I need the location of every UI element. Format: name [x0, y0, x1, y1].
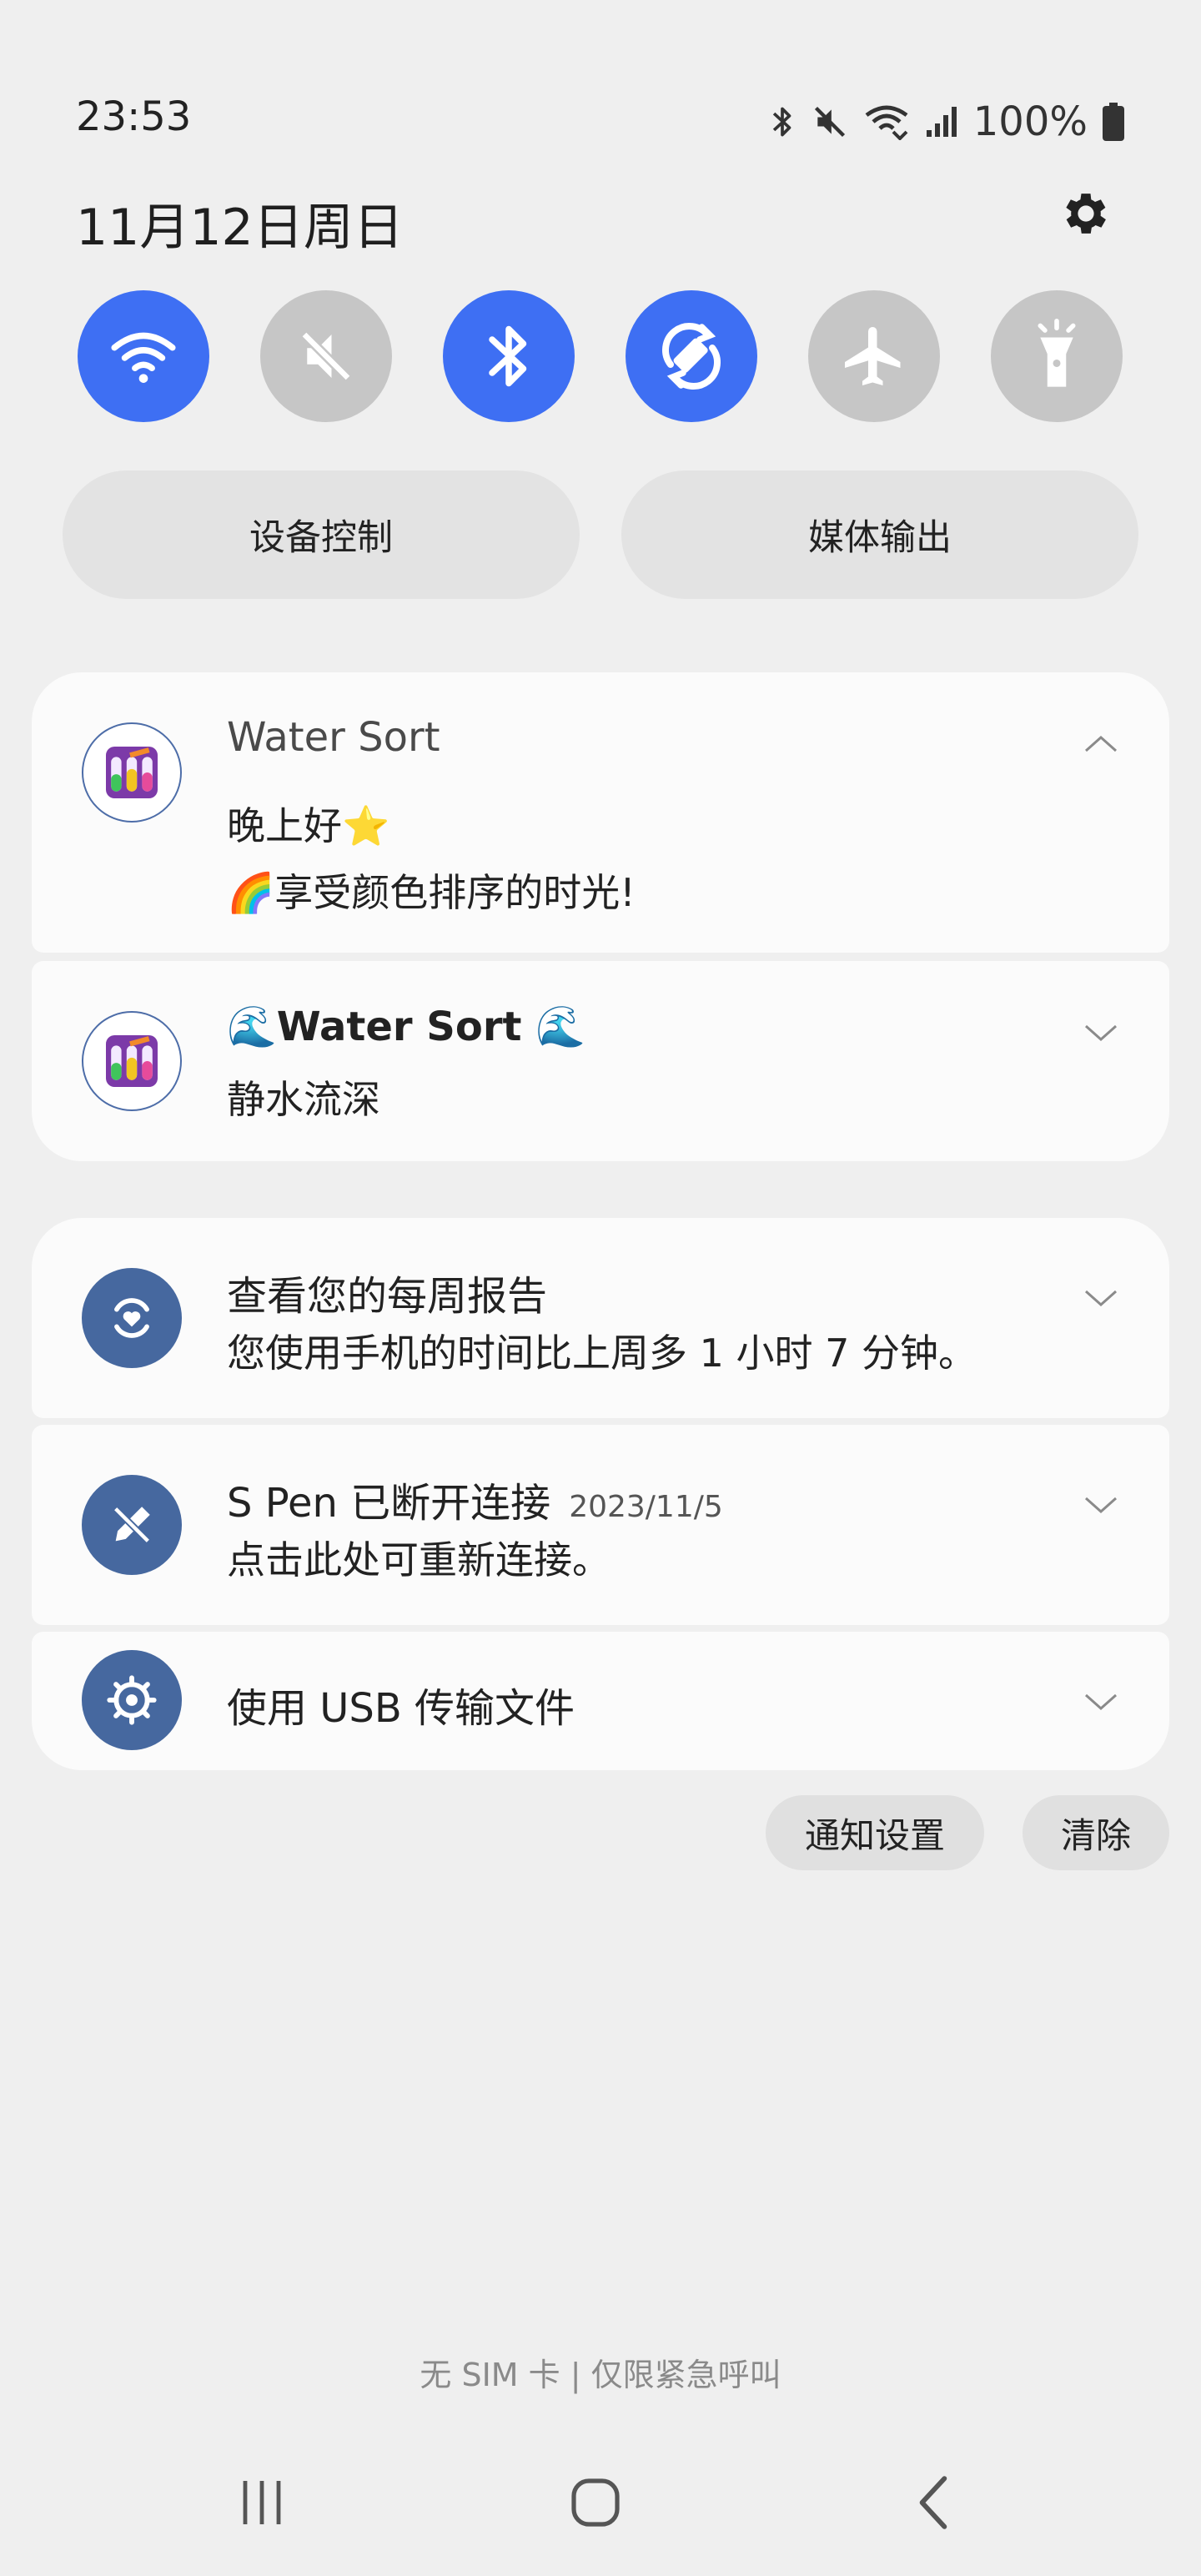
airplane-icon — [845, 327, 901, 385]
bluetooth-toggle[interactable] — [443, 290, 575, 422]
wifi-icon — [111, 332, 176, 383]
status-icons: 100% — [768, 98, 1124, 145]
wifi-status-icon — [865, 105, 908, 140]
home-icon — [571, 2478, 620, 2527]
recent-apps-icon — [243, 2481, 281, 2524]
usb-icon-circle — [82, 1650, 182, 1750]
notification-weekly-report[interactable]: 查看您的每周报告 您使用手机的时间比上周多 1 小时 7 分钟。 — [32, 1218, 1169, 1418]
digital-wellbeing-icon-circle — [82, 1268, 182, 1368]
notification-title: 使用 USB 传输文件 — [227, 1685, 575, 1732]
chevron-down-icon[interactable] — [1083, 1692, 1119, 1712]
recent-apps-button[interactable] — [212, 2461, 312, 2544]
notification-title: 查看您的每周报告 — [227, 1273, 548, 1320]
clear-button[interactable]: 清除 — [1023, 1795, 1169, 1870]
notification-usb[interactable]: 使用 USB 传输文件 — [32, 1632, 1169, 1770]
spen-disconnected-icon — [113, 1506, 151, 1544]
flashlight-icon — [1038, 319, 1076, 387]
signal-status-icon — [926, 107, 957, 137]
airplane-toggle[interactable] — [808, 290, 940, 422]
notification-water-sort-1[interactable]: Water Sort 晚上好⭐ 🌈享受颜色排序的时光! — [32, 672, 1169, 953]
notification-app-name: Water Sort — [227, 714, 440, 761]
chevron-down-icon[interactable] — [1083, 1023, 1119, 1043]
mute-status-icon — [814, 106, 845, 138]
bluetooth-icon — [489, 325, 527, 387]
notification-text: 点击此处可重新连接。 — [227, 1537, 611, 1582]
carrier-status: 无 SIM 卡 | 仅限紧急呼叫 — [420, 2357, 781, 2393]
back-button[interactable] — [884, 2461, 984, 2544]
notification-text: 您使用手机的时间比上周多 1 小时 7 分钟。 — [227, 1331, 977, 1376]
notification-title: 🌊Water Sort 🌊 — [227, 1004, 585, 1050]
date-label: 11月12日周日 — [76, 199, 404, 257]
notification-spen[interactable]: S Pen 已断开连接 2023/11/5 点击此处可重新连接。 — [32, 1425, 1169, 1625]
android-system-gear-icon — [107, 1675, 157, 1725]
water-sort-app-icon — [82, 722, 182, 823]
notification-text: 静水流深 — [227, 1077, 380, 1122]
auto-rotate-icon — [662, 323, 721, 390]
device-control-button[interactable]: 设备控制 — [63, 470, 580, 599]
notification-settings-button[interactable]: 通知设置 — [766, 1795, 984, 1870]
mute-icon — [300, 330, 352, 382]
bluetooth-status-icon — [772, 107, 791, 137]
sound-toggle[interactable] — [260, 290, 392, 422]
flashlight-toggle[interactable] — [991, 290, 1123, 422]
digital-wellbeing-icon — [114, 1298, 149, 1338]
water-sort-app-icon — [82, 1011, 182, 1111]
wifi-toggle[interactable] — [78, 290, 209, 422]
battery-percentage: 100% — [972, 98, 1088, 145]
notification-title-row: S Pen 已断开连接 2023/11/5 — [227, 1470, 723, 1528]
notification-line-1: 晚上好⭐ — [227, 803, 390, 848]
auto-rotate-toggle[interactable] — [626, 290, 757, 422]
back-icon — [919, 2476, 947, 2529]
water-sort-logo-icon — [106, 747, 158, 798]
settings-button[interactable] — [1053, 180, 1119, 247]
media-output-button[interactable]: 媒体输出 — [621, 470, 1138, 599]
chevron-down-icon[interactable] — [1083, 1288, 1119, 1308]
notification-line-2: 🌈享受颜色排序的时光! — [227, 870, 636, 915]
notification-water-sort-2[interactable]: 🌊Water Sort 🌊 静水流深 — [32, 961, 1169, 1161]
chevron-down-icon[interactable] — [1083, 1495, 1119, 1515]
spen-icon-circle — [82, 1475, 182, 1575]
notification-title: S Pen 已断开连接 — [227, 1480, 551, 1527]
water-sort-logo-icon — [106, 1035, 158, 1087]
notification-date: 2023/11/5 — [569, 1490, 723, 1524]
chevron-up-icon[interactable] — [1083, 734, 1119, 754]
gear-icon — [1066, 194, 1106, 234]
battery-icon — [1103, 103, 1124, 141]
home-button[interactable] — [545, 2461, 646, 2544]
status-time: 23:53 — [76, 93, 192, 140]
